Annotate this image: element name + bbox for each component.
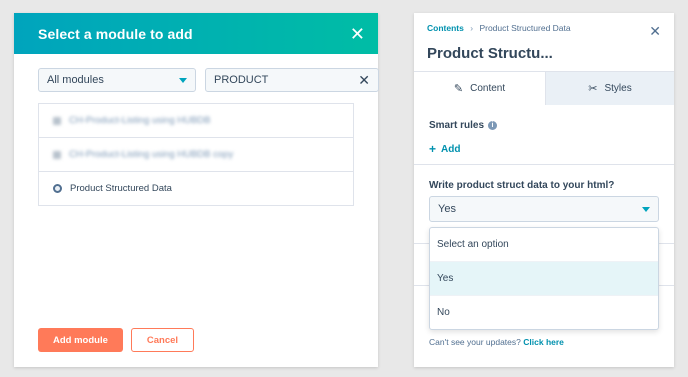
dialog-header: Select a module to add ✕	[14, 13, 378, 54]
info-icon[interactable]: i	[488, 121, 498, 130]
module-label: Product Structured Data	[70, 183, 172, 194]
module-list-item[interactable]: Product Structured Data	[39, 172, 353, 205]
clear-search-icon[interactable]: ✕	[358, 72, 370, 89]
smart-rules-heading: Smart rules i	[429, 120, 674, 131]
struct-data-options-menu: Select an option Yes No	[429, 227, 659, 330]
tab-content[interactable]: ✎ Content	[414, 72, 545, 105]
plus-icon: +	[429, 142, 437, 156]
option-no[interactable]: No	[430, 296, 658, 329]
smart-rules-label: Smart rules	[429, 120, 485, 131]
struct-data-selected-value: Yes	[438, 203, 456, 215]
editor-tabs: ✎ Content ✂ Styles	[414, 71, 674, 105]
cancel-button[interactable]: Cancel	[130, 328, 195, 352]
search-value: PRODUCT	[214, 74, 269, 86]
tab-content-label: Content	[470, 83, 506, 94]
section-divider	[414, 164, 674, 165]
module-square-icon	[53, 116, 61, 125]
chevron-down-icon	[179, 77, 187, 83]
smart-rules-section: Smart rules i + Add	[414, 120, 674, 156]
module-type-select[interactable]: All modules	[38, 68, 196, 92]
breadcrumb-separator: ›	[470, 23, 474, 33]
module-square-icon	[53, 150, 61, 159]
struct-data-select[interactable]: Yes	[429, 196, 659, 222]
tab-styles-label: Styles	[604, 83, 632, 94]
module-list-item[interactable]: CH-Product-Listing using HUBDB	[39, 104, 353, 138]
panel-title: Product Structu...	[427, 45, 553, 62]
module-list-item[interactable]: CH-Product-Listing using HUBDB copy	[39, 138, 353, 172]
breadcrumb: Contents › Product Structured Data	[427, 23, 571, 33]
module-editor-panel: Contents › Product Structured Data ✕ Pro…	[414, 13, 674, 367]
module-type-value: All modules	[47, 74, 104, 86]
option-yes[interactable]: Yes	[430, 262, 658, 296]
tab-styles[interactable]: ✂ Styles	[545, 72, 674, 105]
add-module-button[interactable]: Add module	[38, 328, 123, 352]
updates-note: Can't see your updates? Click here	[429, 337, 564, 347]
module-circle-icon	[53, 184, 62, 193]
option-select-an-option[interactable]: Select an option	[430, 228, 658, 262]
close-icon[interactable]: ✕	[350, 25, 365, 43]
updates-note-text: Can't see your updates?	[429, 337, 521, 347]
struct-data-field: Write product struct data to your html?	[414, 180, 674, 191]
chevron-down-icon	[642, 206, 650, 212]
dialog-title: Select a module to add	[38, 25, 193, 42]
add-label: Add	[441, 143, 461, 155]
module-search-input[interactable]: PRODUCT ✕	[205, 68, 379, 92]
struct-data-question: Write product struct data to your html?	[429, 180, 615, 191]
breadcrumb-current: Product Structured Data	[479, 23, 571, 33]
dialog-footer: Add module Cancel	[38, 328, 195, 352]
module-label: CH-Product-Listing using HUBDB copy	[69, 149, 234, 160]
close-icon[interactable]: ✕	[649, 23, 661, 40]
add-smart-rule-link[interactable]: + Add	[429, 142, 674, 156]
brush-icon: ✂	[588, 83, 598, 95]
click-here-link[interactable]: Click here	[523, 337, 564, 347]
breadcrumb-contents-link[interactable]: Contents	[427, 23, 464, 33]
add-module-dialog: Select a module to add ✕ All modules PRO…	[14, 13, 379, 367]
module-list: CH-Product-Listing using HUBDB CH-Produc…	[38, 103, 354, 206]
module-filters: All modules PRODUCT ✕	[38, 68, 379, 94]
pencil-icon: ✎	[453, 83, 464, 95]
module-label: CH-Product-Listing using HUBDB	[69, 115, 211, 126]
